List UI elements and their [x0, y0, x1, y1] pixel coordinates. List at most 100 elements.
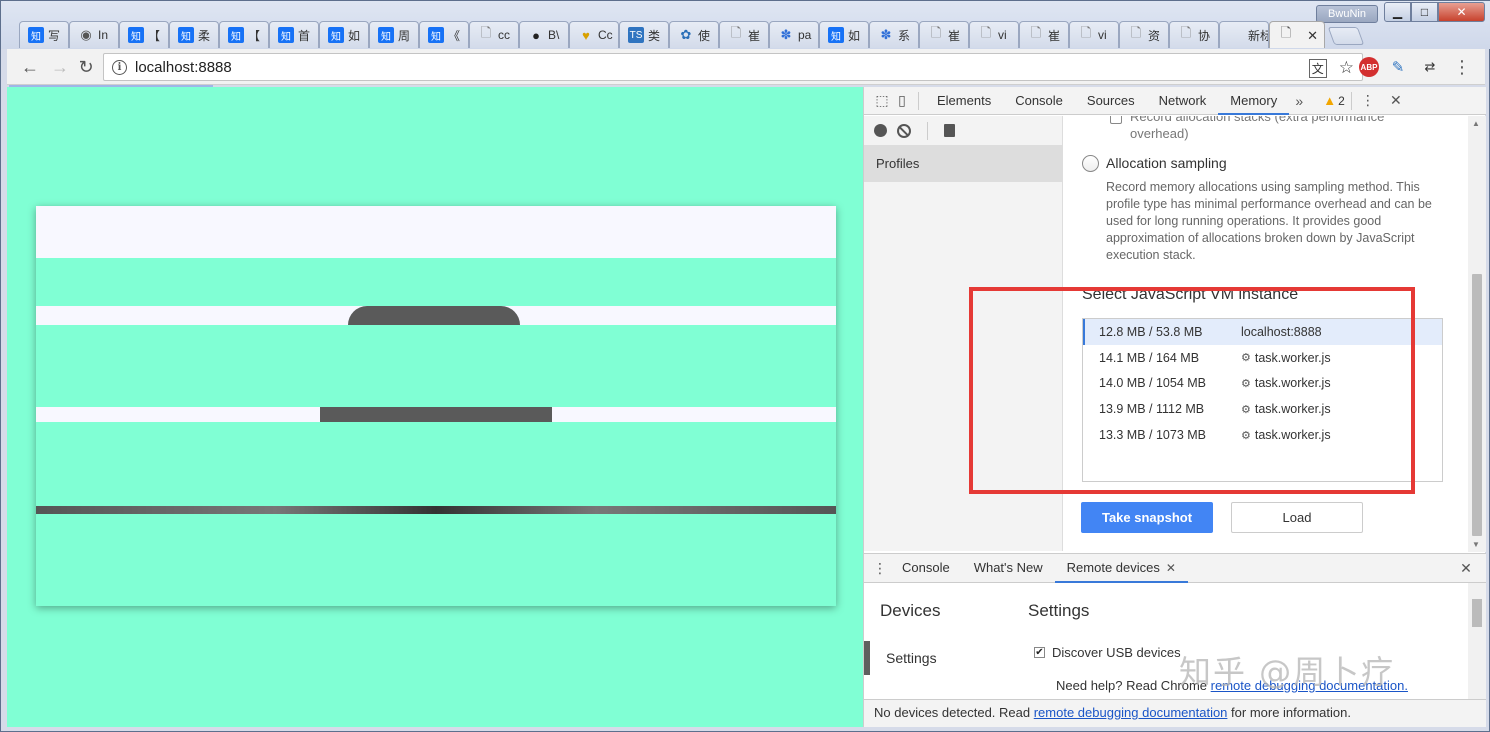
help-prefix: Need help? Read Chrome [1056, 678, 1211, 693]
allocation-sampling-label[interactable]: Allocation sampling [1106, 155, 1227, 171]
browser-tab[interactable]: ✽ pa [769, 21, 819, 48]
forward-button[interactable]: → [49, 56, 71, 78]
site-info-icon[interactable]: i [112, 59, 127, 75]
browser-tab[interactable]: ● B\ [519, 21, 569, 48]
tab-title: cc [498, 28, 510, 42]
browser-tab[interactable]: 🗋 崔 [1019, 21, 1069, 48]
tab-memory[interactable]: Memory [1218, 87, 1290, 115]
extension-icon[interactable]: ⇄ [1419, 56, 1441, 78]
vm-heap-size: 14.1 MB / 164 MB [1099, 350, 1200, 365]
inspect-element-icon[interactable]: ⬚ [872, 91, 892, 111]
help-link[interactable]: remote debugging documentation. [1211, 678, 1408, 693]
tab-title: 崔 [1048, 28, 1061, 43]
vm-instance-list[interactable]: 12.8 MB / 53.8 MB localhost:8888 14.1 MB /… [1082, 318, 1443, 482]
browser-menu-icon[interactable]: ⋮ [1451, 56, 1473, 78]
vm-instance-row[interactable]: 12.8 MB / 53.8 MB localhost:8888 [1083, 319, 1442, 345]
warning-icon: ▲ [1323, 93, 1337, 108]
translate-extension-icon[interactable]: ✎ [1387, 56, 1409, 78]
browser-tab[interactable]: 知首 [269, 21, 319, 48]
allocation-stacks-label: Record allocation stacks (extra performa… [1130, 116, 1385, 141]
url-text[interactable]: localhost:8888 [135, 59, 232, 76]
vm-instance-row[interactable]: 14.0 MB / 1054 MB ⚙ task.worker.js [1083, 371, 1442, 397]
close-drawer-icon[interactable]: ✕ [1456, 558, 1476, 578]
devtools-menu-icon[interactable]: ⋮ [1358, 91, 1378, 111]
browser-tab[interactable]: 新标签 [1219, 21, 1269, 48]
browser-tab[interactable]: 🗋 协 [1169, 21, 1219, 48]
browser-tab[interactable]: ✽ 系 [869, 21, 919, 48]
trash-icon[interactable] [944, 124, 955, 137]
adblock-extension-icon[interactable]: ABP [1359, 57, 1379, 77]
sidebar-item-profiles[interactable]: Profiles [864, 146, 1062, 182]
browser-tab[interactable]: 知写 [19, 21, 69, 48]
memory-scrollbar[interactable]: ▲ ▼ [1468, 116, 1486, 552]
close-window-button[interactable]: ✕ [1438, 2, 1485, 22]
browser-tab[interactable]: 🗋 vi [1069, 21, 1119, 48]
page-viewport[interactable] [7, 87, 863, 727]
clear-icon[interactable] [897, 123, 911, 138]
drawer-tab-console[interactable]: Console [890, 553, 962, 583]
take-snapshot-button[interactable]: Take snapshot [1081, 502, 1213, 533]
close-devtools-icon[interactable]: ✕ [1386, 91, 1406, 111]
drawer-tab-remote-devices[interactable]: Remote devices ✕ [1054, 553, 1188, 583]
reload-button[interactable]: ↻ [75, 56, 97, 78]
browser-tab[interactable]: 知【 [119, 21, 169, 48]
close-tab-icon[interactable]: ✕ [1307, 28, 1318, 44]
back-button[interactable]: ← [19, 56, 41, 78]
allocation-stacks-checkbox[interactable] [1110, 116, 1122, 124]
drawer-scrollbar[interactable] [1468, 583, 1486, 699]
drawer-menu-icon[interactable]: ⋮ [870, 558, 890, 578]
tab-network[interactable]: Network [1147, 87, 1219, 115]
bookmark-star-icon[interactable]: ☆ [1339, 58, 1354, 78]
worker-gear-icon: ⚙ [1241, 403, 1251, 416]
more-tabs-icon[interactable]: » [1289, 91, 1309, 111]
new-tab-button[interactable] [1327, 27, 1365, 45]
close-tab-icon[interactable]: ✕ [1166, 561, 1176, 575]
browser-tab[interactable]: ◉ In [69, 21, 119, 48]
settings-nav-item[interactable]: Settings [864, 641, 1014, 675]
browser-tab[interactable]: TS 类 [619, 21, 669, 48]
worker-gear-icon: ⚙ [1241, 377, 1251, 390]
scroll-thumb[interactable] [1472, 274, 1482, 536]
tab-title: 柔 [198, 28, 211, 43]
minimize-button[interactable]: ▁ [1384, 2, 1411, 22]
drawer-tab-what-s-new[interactable]: What's New [962, 553, 1055, 583]
allocation-sampling-radio[interactable] [1082, 155, 1099, 172]
browser-tab[interactable]: ♥ Cc [569, 21, 619, 48]
vm-instance-row[interactable]: 13.9 MB / 1112 MB ⚙ task.worker.js [1083, 396, 1442, 422]
browser-tab[interactable]: ✿ 使 [669, 21, 719, 48]
browser-tab[interactable]: 知柔 [169, 21, 219, 48]
tab-sources[interactable]: Sources [1075, 87, 1147, 115]
browser-tab[interactable]: 🗋 cc [469, 21, 519, 48]
scroll-up-icon[interactable]: ▲ [1472, 119, 1480, 128]
webgl-canvas[interactable] [36, 206, 836, 606]
vm-instance-row[interactable]: 13.3 MB / 1073 MB ⚙ task.worker.js [1083, 422, 1442, 448]
canvas-band [36, 325, 836, 407]
browser-tab[interactable]: 🗋 资 [1119, 21, 1169, 48]
vm-instance-row[interactable]: 14.1 MB / 164 MB ⚙ task.worker.js [1083, 345, 1442, 371]
active-browser-tab[interactable]: 🗋 ✕ [1269, 21, 1325, 48]
browser-tab[interactable]: 知如 [819, 21, 869, 48]
warnings-counter[interactable]: ▲ 2 [1323, 93, 1345, 108]
discover-usb-label[interactable]: Discover USB devices [1052, 645, 1181, 660]
tab-title: Cc [598, 28, 613, 42]
browser-tab[interactable]: 知周 [369, 21, 419, 48]
browser-tab[interactable]: 🗋 vi [969, 21, 1019, 48]
address-bar[interactable]: i localhost:8888 文 ☆ [103, 53, 1363, 81]
vm-heap-size: 13.3 MB / 1073 MB [1099, 428, 1207, 443]
translate-icon[interactable]: 文 [1308, 58, 1327, 78]
browser-tab[interactable]: 知如 [319, 21, 369, 48]
tab-console[interactable]: Console [1003, 87, 1075, 115]
browser-tab[interactable]: 知【 [219, 21, 269, 48]
tab-elements[interactable]: Elements [925, 87, 1003, 115]
browser-tab[interactable]: 🗋 崔 [919, 21, 969, 48]
discover-usb-checkbox[interactable]: ✔ [1034, 647, 1045, 658]
scroll-down-icon[interactable]: ▼ [1472, 540, 1480, 549]
browser-tab[interactable]: 知《 [419, 21, 469, 48]
maximize-button[interactable]: □ [1411, 2, 1438, 22]
browser-tab[interactable]: 🗋 崔 [719, 21, 769, 48]
record-icon[interactable] [874, 124, 887, 137]
load-button[interactable]: Load [1231, 502, 1363, 533]
scroll-thumb[interactable] [1472, 599, 1482, 627]
status-link[interactable]: remote debugging documentation [1034, 705, 1228, 720]
device-toolbar-icon[interactable]: ▯ [892, 91, 912, 111]
